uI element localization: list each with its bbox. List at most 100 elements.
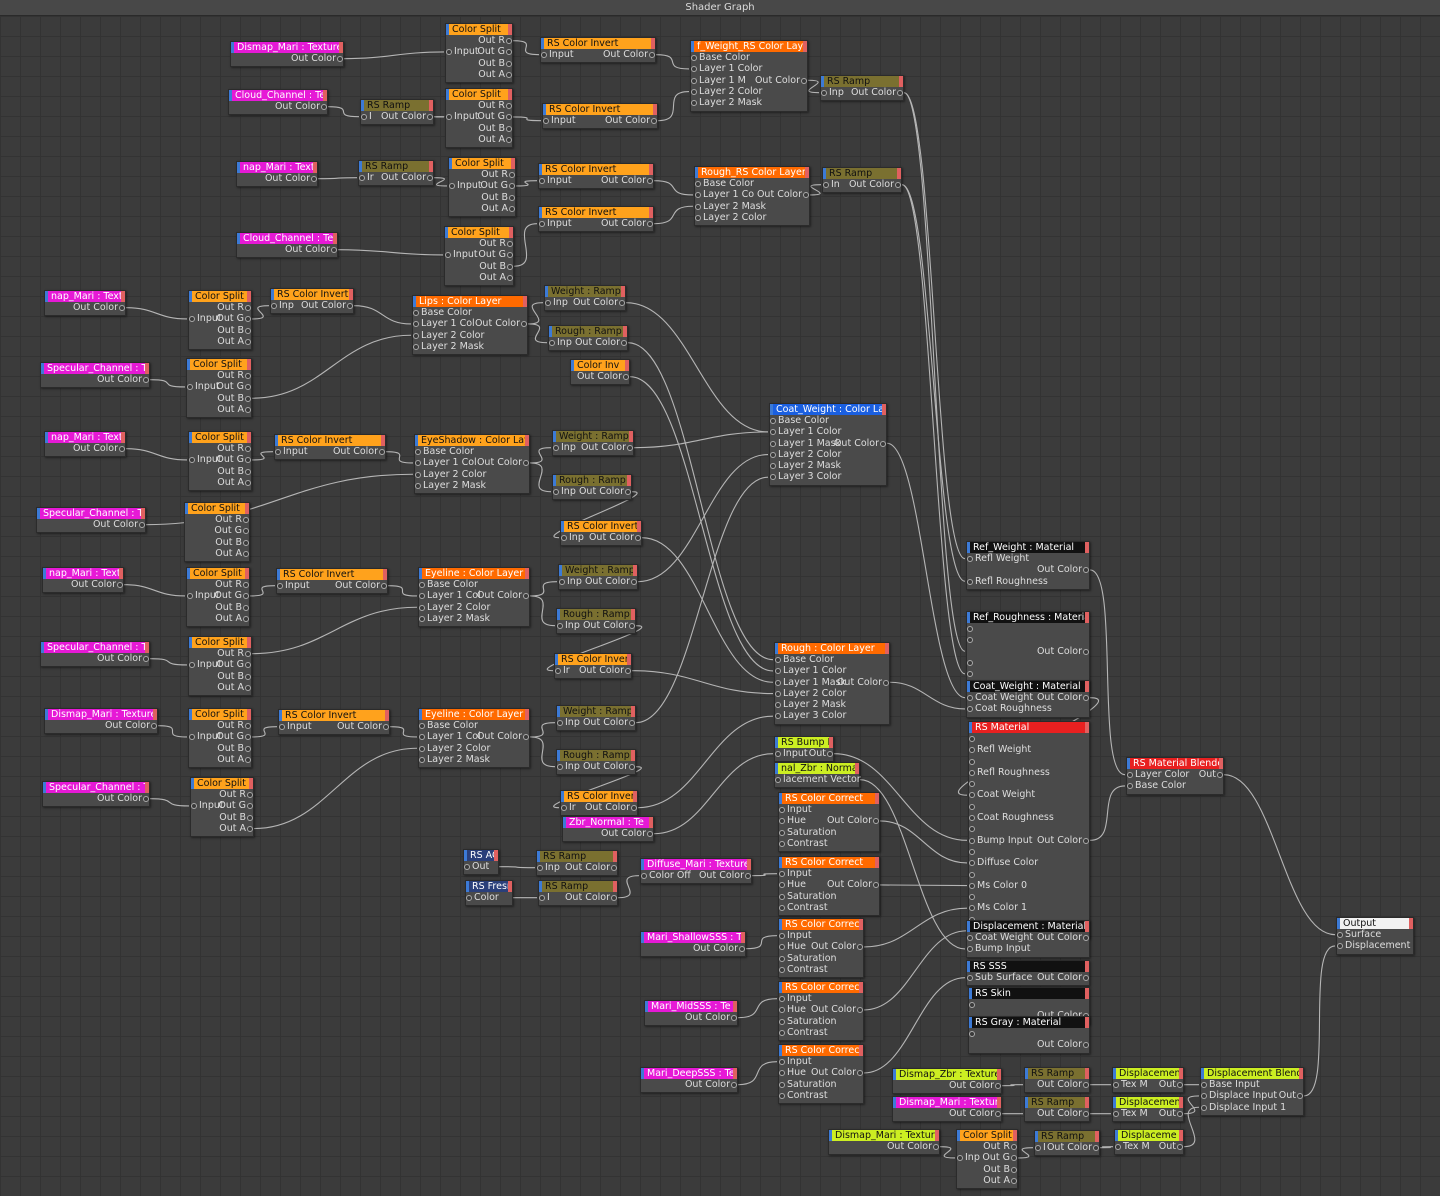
output-port[interactable] bbox=[1083, 935, 1089, 941]
output-port[interactable] bbox=[247, 792, 253, 798]
shader-node[interactable]: Rough : Ramp Inp Out Color bbox=[552, 474, 632, 501]
input-port[interactable] bbox=[539, 178, 545, 184]
shader-node[interactable]: Color Split Out R Input Out G Out B Out A bbox=[188, 431, 252, 492]
shader-node[interactable]: RS Ramp I Out Color bbox=[538, 880, 618, 907]
shader-node[interactable]: Weight : Ramp Inp Out Color bbox=[544, 285, 626, 312]
input-port[interactable] bbox=[539, 895, 545, 901]
output-port[interactable] bbox=[1083, 695, 1089, 701]
node-title[interactable]: Dismap_Mari : Texture bbox=[893, 1097, 1001, 1108]
input-port[interactable] bbox=[413, 321, 419, 328]
shader-node[interactable]: RS Color Correct Input Hue Out Color Saturat… bbox=[778, 792, 880, 853]
shader-node[interactable]: Dismap_Mari : Texture Out Color bbox=[44, 708, 158, 735]
input-port[interactable] bbox=[413, 310, 419, 316]
shader-node[interactable]: RS Ramp I Out Color bbox=[360, 99, 434, 126]
output-port[interactable] bbox=[245, 651, 251, 657]
input-port[interactable] bbox=[969, 736, 975, 742]
node-title[interactable]: RS Skin bbox=[969, 988, 1089, 999]
output-port[interactable] bbox=[245, 338, 251, 345]
output-port[interactable] bbox=[1083, 1111, 1089, 1117]
shader-node[interactable]: RS Color Invert Inp Out Color bbox=[560, 520, 642, 547]
input-port[interactable] bbox=[779, 1059, 785, 1065]
shader-node[interactable]: Color Split Out R Input Out G Out B Out A bbox=[188, 290, 252, 351]
output-port[interactable] bbox=[119, 446, 125, 452]
input-port[interactable] bbox=[415, 460, 421, 467]
shader-node[interactable]: RS SSS Sub Surface Out Color bbox=[966, 960, 1090, 987]
input-port[interactable] bbox=[419, 604, 425, 611]
node-title[interactable]: Rough : Ramp bbox=[557, 609, 635, 620]
input-port[interactable] bbox=[770, 474, 776, 481]
input-port[interactable] bbox=[969, 747, 975, 754]
node-title[interactable]: RS Color Correct bbox=[779, 857, 879, 868]
input-port[interactable] bbox=[1337, 932, 1343, 938]
input-port[interactable] bbox=[419, 734, 425, 741]
input-port[interactable] bbox=[557, 720, 563, 726]
input-port[interactable] bbox=[557, 764, 563, 770]
input-port[interactable] bbox=[779, 807, 785, 813]
output-port[interactable] bbox=[895, 182, 901, 188]
node-title[interactable]: RS Ramp bbox=[823, 168, 901, 179]
input-port[interactable] bbox=[446, 114, 452, 121]
output-port[interactable] bbox=[245, 316, 251, 323]
input-port[interactable] bbox=[969, 894, 975, 901]
output-port[interactable] bbox=[647, 831, 653, 837]
node-title[interactable]: Cloud_Channel : Te bbox=[237, 233, 337, 244]
input-port[interactable] bbox=[545, 300, 551, 306]
shader-node[interactable]: Output Surface Displacement bbox=[1336, 917, 1414, 955]
output-port[interactable] bbox=[247, 803, 253, 810]
input-port[interactable] bbox=[967, 671, 973, 678]
output-port[interactable] bbox=[880, 440, 886, 447]
output-port[interactable] bbox=[247, 825, 253, 832]
output-port[interactable] bbox=[647, 221, 653, 227]
output-port[interactable] bbox=[506, 49, 512, 56]
output-port[interactable] bbox=[873, 882, 879, 889]
node-title[interactable]: Color Split bbox=[189, 709, 251, 720]
node-title[interactable]: RS Color Invert bbox=[541, 38, 655, 49]
output-port[interactable] bbox=[117, 582, 123, 588]
input-port[interactable] bbox=[419, 756, 425, 763]
output-port[interactable] bbox=[245, 479, 251, 486]
node-title[interactable]: RS Color Invert bbox=[271, 289, 353, 300]
output-port[interactable] bbox=[321, 104, 327, 110]
shader-node[interactable]: RS AO Out bbox=[463, 849, 499, 876]
shader-node[interactable]: Mari_DeepSSS : Te Out Color bbox=[640, 1067, 738, 1094]
input-port[interactable] bbox=[969, 860, 975, 867]
node-title[interactable]: Weight : Ramp bbox=[545, 286, 625, 297]
node-title[interactable]: Color Inv bbox=[571, 360, 629, 371]
output-port[interactable] bbox=[507, 252, 513, 259]
shader-node[interactable]: Color Split Out R Input Out G Out B Out A bbox=[444, 226, 514, 287]
shader-node[interactable]: Mari_ShallowSSS : Te Out Color bbox=[640, 931, 746, 958]
output-port[interactable] bbox=[1011, 1155, 1017, 1162]
shader-node[interactable]: Weight : Ramp Inp Out Color bbox=[556, 705, 636, 732]
input-port[interactable] bbox=[969, 781, 975, 788]
input-port[interactable] bbox=[555, 668, 561, 674]
node-title[interactable]: RS Color Invert bbox=[275, 435, 385, 446]
shader-node[interactable]: RS Material Refl Weight Refl Roughness Coat… bbox=[968, 721, 1090, 940]
node-title[interactable]: RS Ramp bbox=[1035, 1131, 1099, 1142]
input-port[interactable] bbox=[543, 118, 549, 124]
shader-node[interactable]: Mari_MidSSS : Te Out Color bbox=[644, 1000, 738, 1027]
node-title[interactable]: RS Color Correct bbox=[779, 793, 879, 804]
input-port[interactable] bbox=[413, 343, 419, 350]
input-port[interactable] bbox=[1127, 783, 1133, 790]
node-title[interactable]: RS Ramp bbox=[359, 161, 433, 172]
shader-node[interactable]: f_Weight_RS Color Lay Base Color Layer 1 C… bbox=[690, 40, 808, 112]
output-port[interactable] bbox=[245, 406, 251, 413]
node-title[interactable]: RS Color Invert bbox=[277, 569, 387, 580]
shader-node[interactable]: Specular_Channel : Te Out Color bbox=[40, 362, 150, 389]
node-title[interactable]: Color Split bbox=[185, 503, 249, 514]
output-port[interactable] bbox=[243, 615, 249, 622]
node-title[interactable]: Color Split bbox=[445, 227, 513, 238]
input-port[interactable] bbox=[770, 451, 776, 458]
output-port[interactable] bbox=[243, 528, 249, 535]
node-title[interactable]: Ref_Weight : Material bbox=[967, 542, 1089, 553]
input-port[interactable] bbox=[1113, 1082, 1119, 1088]
output-port[interactable] bbox=[509, 172, 515, 178]
input-port[interactable] bbox=[466, 895, 472, 901]
input-port[interactable] bbox=[541, 52, 547, 58]
shader-node[interactable]: RS Color Invert Input Out Color bbox=[274, 434, 386, 461]
shader-node[interactable]: RS Ramp Out Color bbox=[1024, 1096, 1090, 1123]
input-port[interactable] bbox=[1035, 1145, 1041, 1151]
input-port[interactable] bbox=[969, 871, 975, 878]
node-title[interactable]: nap_Mari : Text bbox=[237, 162, 317, 173]
node-title[interactable]: Color Split bbox=[191, 778, 253, 789]
